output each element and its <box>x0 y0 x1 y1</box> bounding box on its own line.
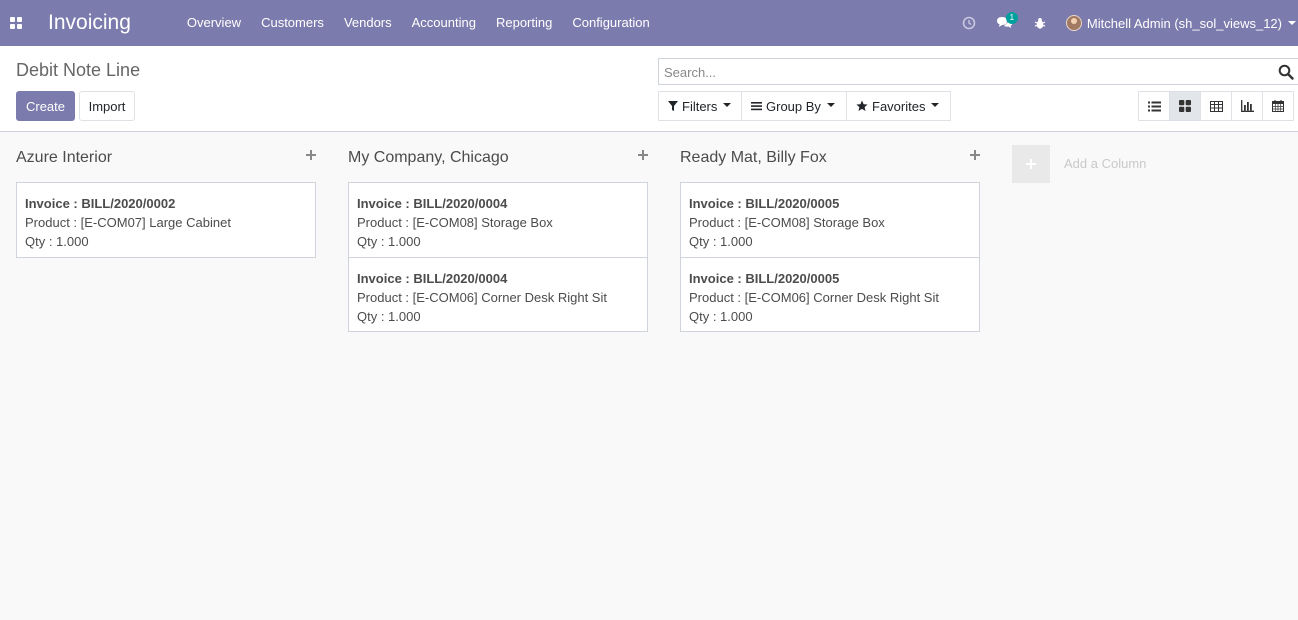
card-qty: Qty : 1.000 <box>689 234 753 249</box>
plus-icon <box>1026 158 1036 169</box>
messaging-chat-icon[interactable]: 1 <box>986 0 1024 46</box>
card-invoice: Invoice : BILL/2020/0005 <box>689 196 840 211</box>
plus-icon[interactable] <box>970 150 980 160</box>
card-invoice: Invoice : BILL/2020/0005 <box>689 271 840 286</box>
kanban-card[interactable]: Invoice : BILL/2020/0004 Product : [E-CO… <box>349 183 647 257</box>
kanban-board: Azure Interior Invoice : BILL/2020/0002 … <box>0 132 1298 620</box>
card-invoice: Invoice : BILL/2020/0004 <box>357 196 508 211</box>
card-invoice: Invoice : BILL/2020/0002 <box>25 196 176 211</box>
column-header: My Company, Chicago <box>348 132 648 182</box>
avatar <box>1065 15 1082 31</box>
column-header: Ready Mat, Billy Fox <box>680 132 980 182</box>
card-qty: Qty : 1.000 <box>25 234 89 249</box>
card-product: Product : [E-COM08] Storage Box <box>357 215 553 230</box>
menu-item-overview[interactable]: Overview <box>177 0 251 46</box>
create-button[interactable]: Create <box>16 91 75 121</box>
plus-icon[interactable] <box>306 150 316 160</box>
list-icon <box>1147 101 1161 111</box>
activity-clock-icon[interactable] <box>952 0 986 46</box>
kanban-card[interactable]: Invoice : BILL/2020/0005 Product : [E-CO… <box>681 183 979 257</box>
chevron-down-icon <box>826 103 835 107</box>
add-column-plus <box>1012 144 1050 183</box>
import-button[interactable]: Import <box>79 91 135 121</box>
chevron-down-icon <box>931 103 940 107</box>
calendar-icon <box>1272 100 1284 112</box>
menu-item-vendors[interactable]: Vendors <box>334 0 402 46</box>
search-icon[interactable] <box>1278 64 1294 80</box>
plus-icon[interactable] <box>638 150 648 160</box>
card-product: Product : [E-COM06] Corner Desk Right Si… <box>689 290 939 305</box>
favorites-label: Favorites <box>872 98 926 114</box>
user-menu[interactable]: Mitchell Admin (sh_sol_views_12) <box>1056 0 1298 46</box>
chevron-down-icon <box>1288 21 1296 25</box>
kanban-icon <box>1179 100 1191 112</box>
menu-item-accounting[interactable]: Accounting <box>402 0 486 46</box>
menu-item-reporting[interactable]: Reporting <box>486 0 562 46</box>
kanban-column: Ready Mat, Billy Fox Invoice : BILL/2020… <box>680 132 980 332</box>
add-column-label: Add a Column <box>1064 156 1147 171</box>
kanban-column: Azure Interior Invoice : BILL/2020/0002 … <box>16 132 316 258</box>
graph-view-button[interactable] <box>1231 91 1263 121</box>
star-icon <box>856 100 868 111</box>
page-title: Debit Note Line <box>16 60 141 80</box>
card-qty: Qty : 1.000 <box>689 309 753 324</box>
group-by-dropdown[interactable]: Group By <box>741 91 847 121</box>
kanban-card[interactable]: Invoice : BILL/2020/0005 Product : [E-CO… <box>681 257 979 331</box>
bars-icon <box>751 102 762 111</box>
add-column-button[interactable]: Add a Column <box>1012 144 1146 183</box>
apps-grid-icon <box>10 17 22 29</box>
top-navbar: Invoicing Overview Customers Vendors Acc… <box>0 0 1298 46</box>
user-name: Mitchell Admin (sh_sol_views_12) <box>1086 15 1282 31</box>
calendar-view-button[interactable] <box>1262 91 1294 121</box>
menu-item-customers[interactable]: Customers <box>251 0 334 46</box>
card-list: Invoice : BILL/2020/0005 Product : [E-CO… <box>680 182 980 332</box>
list-view-button[interactable] <box>1138 91 1170 121</box>
app-title[interactable]: Invoicing <box>48 11 131 35</box>
card-qty: Qty : 1.000 <box>357 309 421 324</box>
column-title[interactable]: My Company, Chicago <box>348 149 509 167</box>
filters-label: Filters <box>682 98 718 114</box>
filters-dropdown[interactable]: Filters <box>658 91 742 121</box>
card-product: Product : [E-COM08] Storage Box <box>689 215 885 230</box>
column-title[interactable]: Azure Interior <box>16 149 112 167</box>
filter-icon <box>668 101 678 111</box>
kanban-card[interactable]: Invoice : BILL/2020/0004 Product : [E-CO… <box>349 257 647 331</box>
column-header: Azure Interior <box>16 132 316 182</box>
view-switcher <box>1138 91 1294 121</box>
control-panel: Debit Note Line Create Import Filters Gr… <box>0 46 1298 132</box>
search-input[interactable] <box>664 63 1264 81</box>
card-list: Invoice : BILL/2020/0004 Product : [E-CO… <box>348 182 648 332</box>
debug-bug-icon[interactable] <box>1024 0 1056 46</box>
table-icon <box>1209 100 1223 112</box>
main-menu: Overview Customers Vendors Accounting Re… <box>177 0 660 46</box>
card-qty: Qty : 1.000 <box>357 234 421 249</box>
apps-menu-icon[interactable] <box>0 0 32 46</box>
bar-chart-icon <box>1240 100 1254 112</box>
pivot-view-button[interactable] <box>1200 91 1232 121</box>
chevron-down-icon <box>723 103 732 107</box>
messages-badge: 1 <box>1005 12 1018 24</box>
card-product: Product : [E-COM07] Large Cabinet <box>25 215 231 230</box>
kanban-card[interactable]: Invoice : BILL/2020/0002 Product : [E-CO… <box>17 183 315 257</box>
card-list: Invoice : BILL/2020/0002 Product : [E-CO… <box>16 182 316 258</box>
menu-item-configuration[interactable]: Configuration <box>562 0 659 46</box>
column-title[interactable]: Ready Mat, Billy Fox <box>680 149 827 167</box>
systray: 1 Mitchell Admin (sh_sol_views_12) <box>952 0 1298 46</box>
search-bar <box>658 58 1298 85</box>
favorites-dropdown[interactable]: Favorites <box>846 91 951 121</box>
card-invoice: Invoice : BILL/2020/0004 <box>357 271 508 286</box>
kanban-column: My Company, Chicago Invoice : BILL/2020/… <box>348 132 648 332</box>
kanban-view-button[interactable] <box>1169 91 1201 121</box>
card-product: Product : [E-COM06] Corner Desk Right Si… <box>357 290 607 305</box>
group-by-label: Group By <box>766 98 821 114</box>
